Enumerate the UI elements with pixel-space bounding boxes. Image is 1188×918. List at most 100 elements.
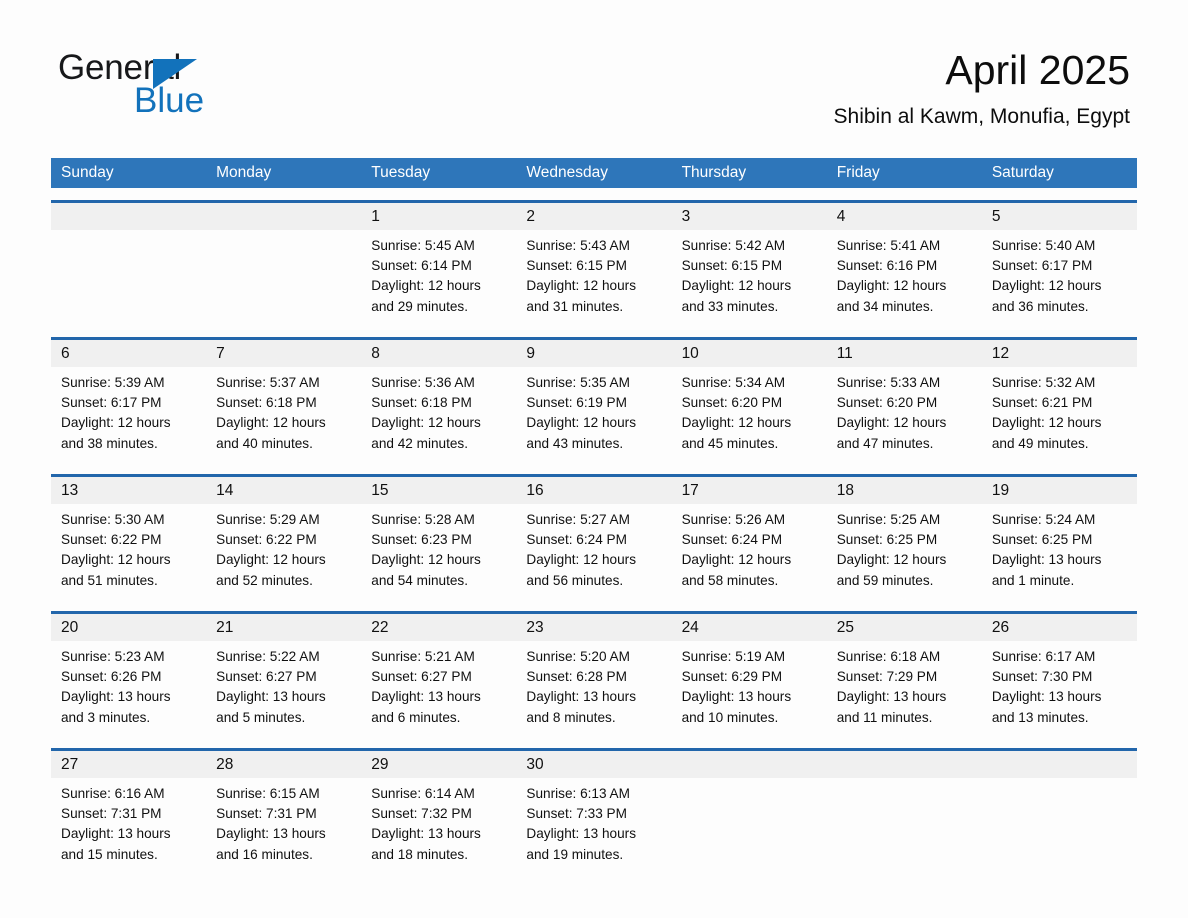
weekday-header-thursday: Thursday (681, 164, 747, 181)
sunrise-text: Sunrise: 5:33 AM (836, 375, 941, 390)
day-number[interactable]: 10 (672, 340, 827, 367)
day-number[interactable]: 5 (982, 203, 1137, 230)
sunset-text: Sunset: 6:17 PM (61, 395, 162, 411)
week-detail-row: Sunrise: 5:23 AM Sunset: 6:26 PM Dayligh… (51, 641, 1137, 736)
sunset-text: Sunset: 6:18 PM (371, 395, 472, 411)
day-number[interactable]: 19 (982, 477, 1137, 504)
sunrise-text: Sunrise: 5:28 AM (371, 512, 475, 527)
day-number[interactable]: 17 (672, 477, 827, 504)
day-number[interactable]: 14 (206, 477, 361, 504)
day-number[interactable] (982, 751, 1137, 778)
daylight-text-line1: Daylight: 12 hours (216, 415, 326, 431)
daylight-text-line1: Daylight: 12 hours (836, 415, 947, 431)
daylight-text-line1: Daylight: 12 hours (371, 552, 481, 568)
day-number[interactable] (51, 203, 206, 230)
day-number[interactable]: 18 (827, 477, 982, 504)
sunset-text: Sunset: 7:30 PM (991, 669, 1093, 685)
day-number[interactable]: 24 (672, 614, 827, 641)
daylight-text-line2: and 43 minutes. (526, 435, 624, 451)
daylight-text-line2: and 29 minutes. (371, 298, 469, 314)
sunset-text: Sunset: 6:20 PM (836, 395, 938, 411)
sunset-text: Sunset: 6:24 PM (681, 532, 783, 548)
day-number[interactable]: 29 (361, 751, 516, 778)
day-number[interactable]: 22 (361, 614, 516, 641)
daylight-text-line1: Daylight: 13 hours (371, 689, 481, 705)
day-number[interactable]: 25 (827, 614, 982, 641)
day-number[interactable]: 13 (51, 477, 206, 504)
day-cell: Sunrise: 5:26 AM Sunset: 6:24 PM Dayligh… (672, 504, 827, 599)
daylight-text-line1: Daylight: 13 hours (991, 552, 1102, 568)
sunrise-text: Sunrise: 5:25 AM (836, 512, 941, 527)
daylight-text-line1: Daylight: 12 hours (371, 415, 481, 431)
day-number[interactable] (206, 203, 361, 230)
day-number[interactable]: 3 (672, 203, 827, 230)
day-cell: Sunrise: 5:22 AM Sunset: 6:27 PM Dayligh… (206, 641, 361, 736)
day-number[interactable]: 12 (982, 340, 1137, 367)
sunset-text: Sunset: 6:22 PM (216, 532, 317, 548)
day-number[interactable]: 9 (516, 340, 671, 367)
sunrise-text: Sunrise: 5:29 AM (216, 512, 320, 527)
daylight-text-line1: Daylight: 12 hours (681, 552, 792, 568)
daylight-text-line1: Daylight: 13 hours (371, 826, 481, 842)
day-cell: Sunrise: 5:28 AM Sunset: 6:23 PM Dayligh… (361, 504, 516, 599)
day-number[interactable]: 15 (361, 477, 516, 504)
daylight-text-line2: and 5 minutes. (216, 709, 306, 725)
daylight-text-line1: Daylight: 13 hours (991, 689, 1102, 705)
day-number[interactable]: 2 (516, 203, 671, 230)
sunrise-text: Sunrise: 6:16 AM (61, 786, 165, 801)
sunrise-text: Sunrise: 5:37 AM (216, 375, 320, 390)
day-number[interactable]: 11 (827, 340, 982, 367)
day-number[interactable]: 26 (982, 614, 1137, 641)
sunset-text: Sunset: 6:25 PM (836, 532, 938, 548)
week-daynumber-row: 13 14 15 16 17 18 19 (51, 477, 1137, 504)
day-number[interactable]: 20 (51, 614, 206, 641)
day-number[interactable]: 16 (516, 477, 671, 504)
logo-text-blue: Blue (134, 81, 205, 120)
week-detail-row: Sunrise: 5:39 AM Sunset: 6:17 PM Dayligh… (51, 367, 1137, 462)
weekday-header-tuesday: Tuesday (371, 164, 431, 181)
daylight-text-line1: Daylight: 12 hours (681, 278, 792, 294)
day-cell: Sunrise: 5:39 AM Sunset: 6:17 PM Dayligh… (51, 367, 206, 462)
daylight-text-line2: and 47 minutes. (836, 435, 934, 451)
day-number[interactable]: 23 (516, 614, 671, 641)
day-number[interactable]: 1 (361, 203, 516, 230)
day-number[interactable]: 8 (361, 340, 516, 367)
day-cell: Sunrise: 5:36 AM Sunset: 6:18 PM Dayligh… (361, 367, 516, 462)
day-cell: Sunrise: 6:14 AM Sunset: 7:32 PM Dayligh… (361, 778, 516, 873)
page-subtitle: Shibin al Kawm, Monufia, Egypt (833, 105, 1130, 128)
day-number[interactable]: 27 (51, 751, 206, 778)
daylight-text-line1: Daylight: 13 hours (836, 689, 947, 705)
day-number[interactable]: 28 (206, 751, 361, 778)
day-number[interactable]: 4 (827, 203, 982, 230)
sunrise-text: Sunrise: 5:40 AM (991, 238, 1096, 253)
daylight-text-line2: and 31 minutes. (526, 298, 624, 314)
day-cell: Sunrise: 5:45 AM Sunset: 6:14 PM Dayligh… (361, 230, 516, 325)
sunrise-text: Sunrise: 5:30 AM (61, 512, 165, 527)
daylight-text-line2: and 3 minutes. (61, 709, 151, 725)
day-number[interactable]: 7 (206, 340, 361, 367)
day-number[interactable]: 6 (51, 340, 206, 367)
daylight-text-line1: Daylight: 12 hours (681, 415, 792, 431)
daylight-text-line2: and 15 minutes. (61, 846, 158, 862)
sunset-text: Sunset: 6:25 PM (991, 532, 1093, 548)
daylight-text-line1: Daylight: 13 hours (526, 826, 636, 842)
sunset-text: Sunset: 7:29 PM (836, 669, 938, 685)
sunset-text: Sunset: 6:28 PM (526, 669, 627, 685)
daylight-text-line2: and 33 minutes. (681, 298, 779, 314)
week-row: 13 14 15 16 17 18 19 Sunrise: 5:30 AM Su… (51, 474, 1137, 599)
day-number[interactable] (827, 751, 982, 778)
day-cell: Sunrise: 5:21 AM Sunset: 6:27 PM Dayligh… (361, 641, 516, 736)
week-detail-row: Sunrise: 5:45 AM Sunset: 6:14 PM Dayligh… (51, 230, 1137, 325)
sunrise-text: Sunrise: 6:15 AM (216, 786, 320, 801)
day-number[interactable] (672, 751, 827, 778)
daylight-text-line1: Daylight: 12 hours (991, 415, 1102, 431)
day-number[interactable]: 30 (516, 751, 671, 778)
sunrise-text: Sunrise: 5:35 AM (526, 375, 630, 390)
daylight-text-line2: and 54 minutes. (371, 572, 469, 588)
week-detail-row: Sunrise: 6:16 AM Sunset: 7:31 PM Dayligh… (51, 778, 1137, 873)
daylight-text-line1: Daylight: 12 hours (836, 278, 947, 294)
daylight-text-line2: and 13 minutes. (991, 709, 1089, 725)
day-cell: Sunrise: 6:18 AM Sunset: 7:29 PM Dayligh… (827, 641, 982, 736)
day-number[interactable]: 21 (206, 614, 361, 641)
daylight-text-line1: Daylight: 12 hours (991, 278, 1102, 294)
